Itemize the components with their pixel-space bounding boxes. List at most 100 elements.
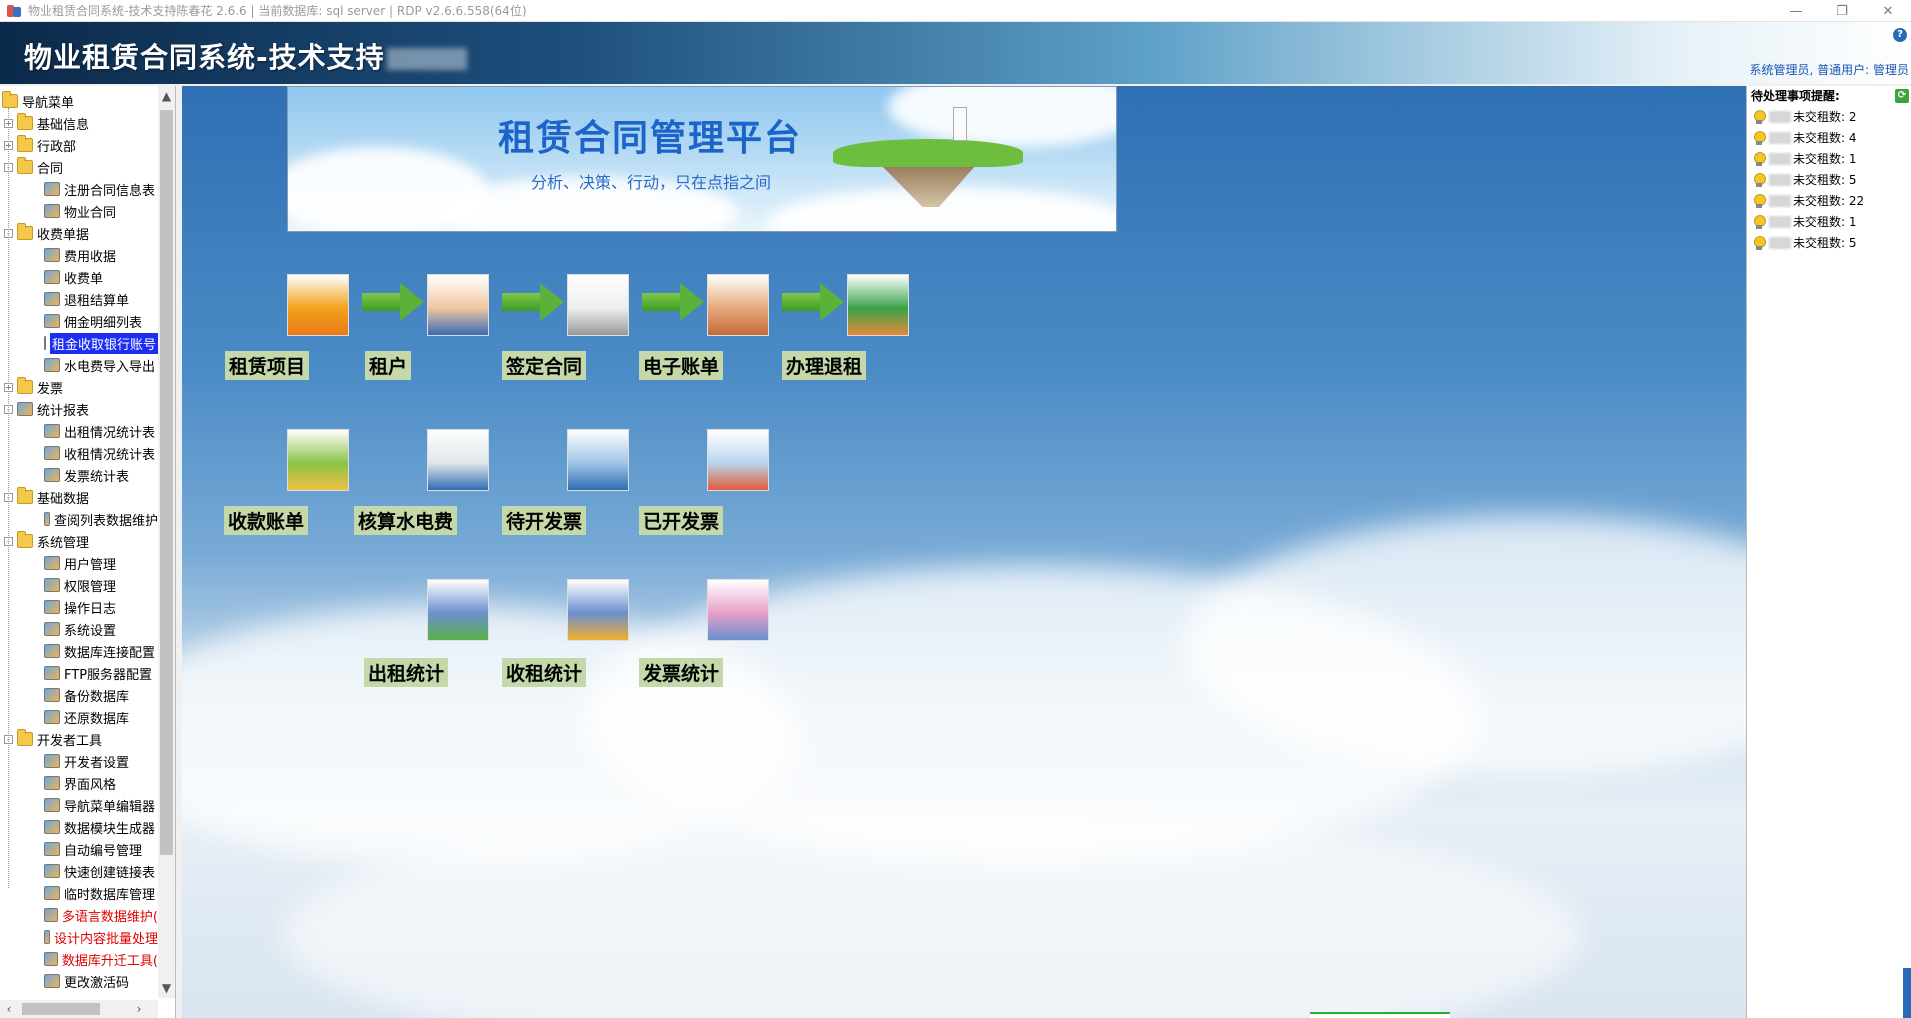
nav-item[interactable]: 自动编号管理 bbox=[0, 838, 158, 860]
nav-item[interactable]: 数据库连接配置 bbox=[0, 640, 158, 662]
reminder-text: 未交租数: 2 bbox=[1793, 110, 1857, 124]
nav-item[interactable]: 多语言数据维护( bbox=[0, 904, 158, 926]
nav-item[interactable]: 操作日志 bbox=[0, 596, 158, 618]
invoice-stats-icon[interactable] bbox=[707, 579, 769, 641]
nav-item[interactable]: 开发者设置 bbox=[0, 750, 158, 772]
nav-item[interactable]: 快速创建链接表 bbox=[0, 860, 158, 882]
e-bill-icon[interactable] bbox=[707, 274, 769, 336]
nav-item[interactable]: 权限管理 bbox=[0, 574, 158, 596]
nav-item[interactable]: 收租情况统计表 bbox=[0, 442, 158, 464]
tile-label[interactable]: 签定合同 bbox=[502, 351, 587, 380]
scroll-up-icon[interactable]: ▲ bbox=[158, 86, 175, 106]
scroll-thumb-horizontal[interactable] bbox=[22, 1003, 100, 1015]
nav-item-label: 收租情况统计表 bbox=[64, 447, 156, 463]
tile-label[interactable]: 出租统计 bbox=[364, 658, 449, 687]
lightbulb-icon bbox=[1753, 235, 1766, 250]
issued-invoice-icon[interactable] bbox=[707, 429, 769, 491]
nav-item[interactable]: + 基础信息 bbox=[0, 112, 158, 134]
reminder-item[interactable]: 未交租数: 2 bbox=[1747, 106, 1911, 127]
nav-item[interactable]: 物业合同 bbox=[0, 200, 158, 222]
tenant-avatar-icon[interactable] bbox=[427, 274, 489, 336]
reminder-item[interactable]: 未交租数: 22 bbox=[1747, 190, 1911, 211]
contract-sign-icon[interactable] bbox=[567, 274, 629, 336]
folder-icon bbox=[17, 531, 33, 548]
reminder-item[interactable]: 未交租数: 5 bbox=[1747, 169, 1911, 190]
nav-item[interactable]: 发票统计表 bbox=[0, 464, 158, 486]
tile-label[interactable]: 待开发票 bbox=[502, 506, 587, 535]
minimize-button[interactable]: — bbox=[1773, 0, 1819, 22]
nav-item[interactable]: 数据库升迁工具( bbox=[0, 948, 158, 970]
tile-label[interactable]: 已开发票 bbox=[639, 506, 724, 535]
nav-item[interactable]: 还原数据库 bbox=[0, 706, 158, 728]
edit-icon bbox=[44, 798, 60, 812]
nav-item[interactable]: + 行政部 bbox=[0, 134, 158, 156]
gavel-house-icon[interactable] bbox=[847, 274, 909, 336]
nav-item[interactable]: 数据模块生成器 bbox=[0, 816, 158, 838]
nav-item[interactable]: 临时数据库管理 bbox=[0, 882, 158, 904]
tile-label[interactable]: 租户 bbox=[365, 351, 412, 380]
lightbulb-icon bbox=[1753, 172, 1766, 187]
nav-item[interactable]: - 系统管理 bbox=[0, 530, 158, 552]
bill-icon bbox=[44, 358, 60, 372]
nav-item[interactable]: 备份数据库 bbox=[0, 684, 158, 706]
tile-label[interactable]: 租赁项目 bbox=[225, 351, 310, 380]
nav-item[interactable]: 收费单 bbox=[0, 266, 158, 288]
refresh-icon[interactable]: ⟳ bbox=[1895, 89, 1909, 103]
reminder-text: 未交租数: 4 bbox=[1793, 131, 1857, 145]
nav-item[interactable]: 用户管理 bbox=[0, 552, 158, 574]
tile-label[interactable]: 核算水电费 bbox=[354, 506, 458, 535]
flow-arrow-icon bbox=[502, 283, 564, 321]
nav-item[interactable]: - 统计报表 bbox=[0, 398, 158, 420]
nav-item[interactable]: - 合同 bbox=[0, 156, 158, 178]
nav-item[interactable]: 导航菜单 bbox=[0, 90, 158, 112]
wand-icon bbox=[44, 952, 58, 966]
scroll-right-icon[interactable]: › bbox=[130, 1000, 148, 1018]
nav-item[interactable]: - 开发者工具 bbox=[0, 728, 158, 750]
restore-button[interactable]: ❐ bbox=[1819, 0, 1865, 22]
nav-item[interactable]: + 发票 bbox=[0, 376, 158, 398]
tile-label[interactable]: 电子账单 bbox=[639, 351, 724, 380]
close-button[interactable]: ✕ bbox=[1865, 0, 1911, 22]
tile-label[interactable]: 办理退租 bbox=[782, 351, 867, 380]
nav-item[interactable]: 租金收取银行账号 bbox=[0, 332, 159, 354]
nav-item[interactable]: 佣金明细列表 bbox=[0, 310, 158, 332]
nav-item[interactable]: 设计内容批量处理 bbox=[0, 926, 158, 948]
reminder-item[interactable]: 未交租数: 4 bbox=[1747, 127, 1911, 148]
nav-horizontal-scrollbar[interactable]: ‹ › bbox=[0, 1000, 158, 1018]
nav-item-label: 注册合同信息表 bbox=[64, 183, 156, 199]
nav-item[interactable]: 费用收据 bbox=[0, 244, 158, 266]
tile-label[interactable]: 收租统计 bbox=[502, 658, 587, 687]
nav-item[interactable]: - 基础数据 bbox=[0, 486, 158, 508]
reminder-item[interactable]: 未交租数: 1 bbox=[1747, 211, 1911, 232]
nav-item[interactable]: FTP服务器配置 bbox=[0, 662, 158, 684]
nav-item[interactable]: 出租情况统计表 bbox=[0, 420, 158, 442]
reminder-text: 未交租数: 22 bbox=[1793, 194, 1865, 208]
scroll-left-icon[interactable]: ‹ bbox=[0, 1000, 18, 1018]
nav-item[interactable]: 查阅列表数据维护 bbox=[0, 508, 158, 530]
utilities-icon[interactable] bbox=[427, 429, 489, 491]
nav-item[interactable]: 水电费导入导出 bbox=[0, 354, 158, 376]
nav-vertical-scrollbar[interactable]: ▲ ▼ bbox=[158, 86, 175, 998]
nav-item[interactable]: 导航菜单编辑器 bbox=[0, 794, 158, 816]
apartment-building-icon[interactable] bbox=[287, 274, 349, 336]
nav-item[interactable]: 退租结算单 bbox=[0, 288, 158, 310]
rental-stats-icon[interactable] bbox=[427, 579, 489, 641]
collection-stats-icon[interactable] bbox=[567, 579, 629, 641]
search-house-icon[interactable] bbox=[567, 429, 629, 491]
nav-item[interactable]: 更改激活码 bbox=[0, 970, 158, 992]
help-icon[interactable]: ? bbox=[1893, 28, 1907, 42]
nav-item[interactable]: 系统设置 bbox=[0, 618, 158, 640]
tile-label[interactable]: 发票统计 bbox=[639, 658, 724, 687]
panel-scrollbar[interactable] bbox=[1903, 968, 1911, 1018]
reminder-item[interactable]: 未交租数: 1 bbox=[1747, 148, 1911, 169]
nav-item[interactable]: 注册合同信息表 bbox=[0, 178, 158, 200]
scroll-thumb[interactable] bbox=[160, 110, 173, 855]
lightbulb-icon bbox=[1753, 130, 1766, 145]
nav-item[interactable]: 界面风格 bbox=[0, 772, 158, 794]
nav-item-label: 权限管理 bbox=[64, 579, 117, 595]
tile-label[interactable]: 收款账单 bbox=[224, 506, 309, 535]
receipt-house-icon[interactable] bbox=[287, 429, 349, 491]
reminder-item[interactable]: 未交租数: 5 bbox=[1747, 232, 1911, 253]
nav-item[interactable]: - 收费单据 bbox=[0, 222, 158, 244]
scroll-down-icon[interactable]: ▼ bbox=[158, 978, 175, 998]
